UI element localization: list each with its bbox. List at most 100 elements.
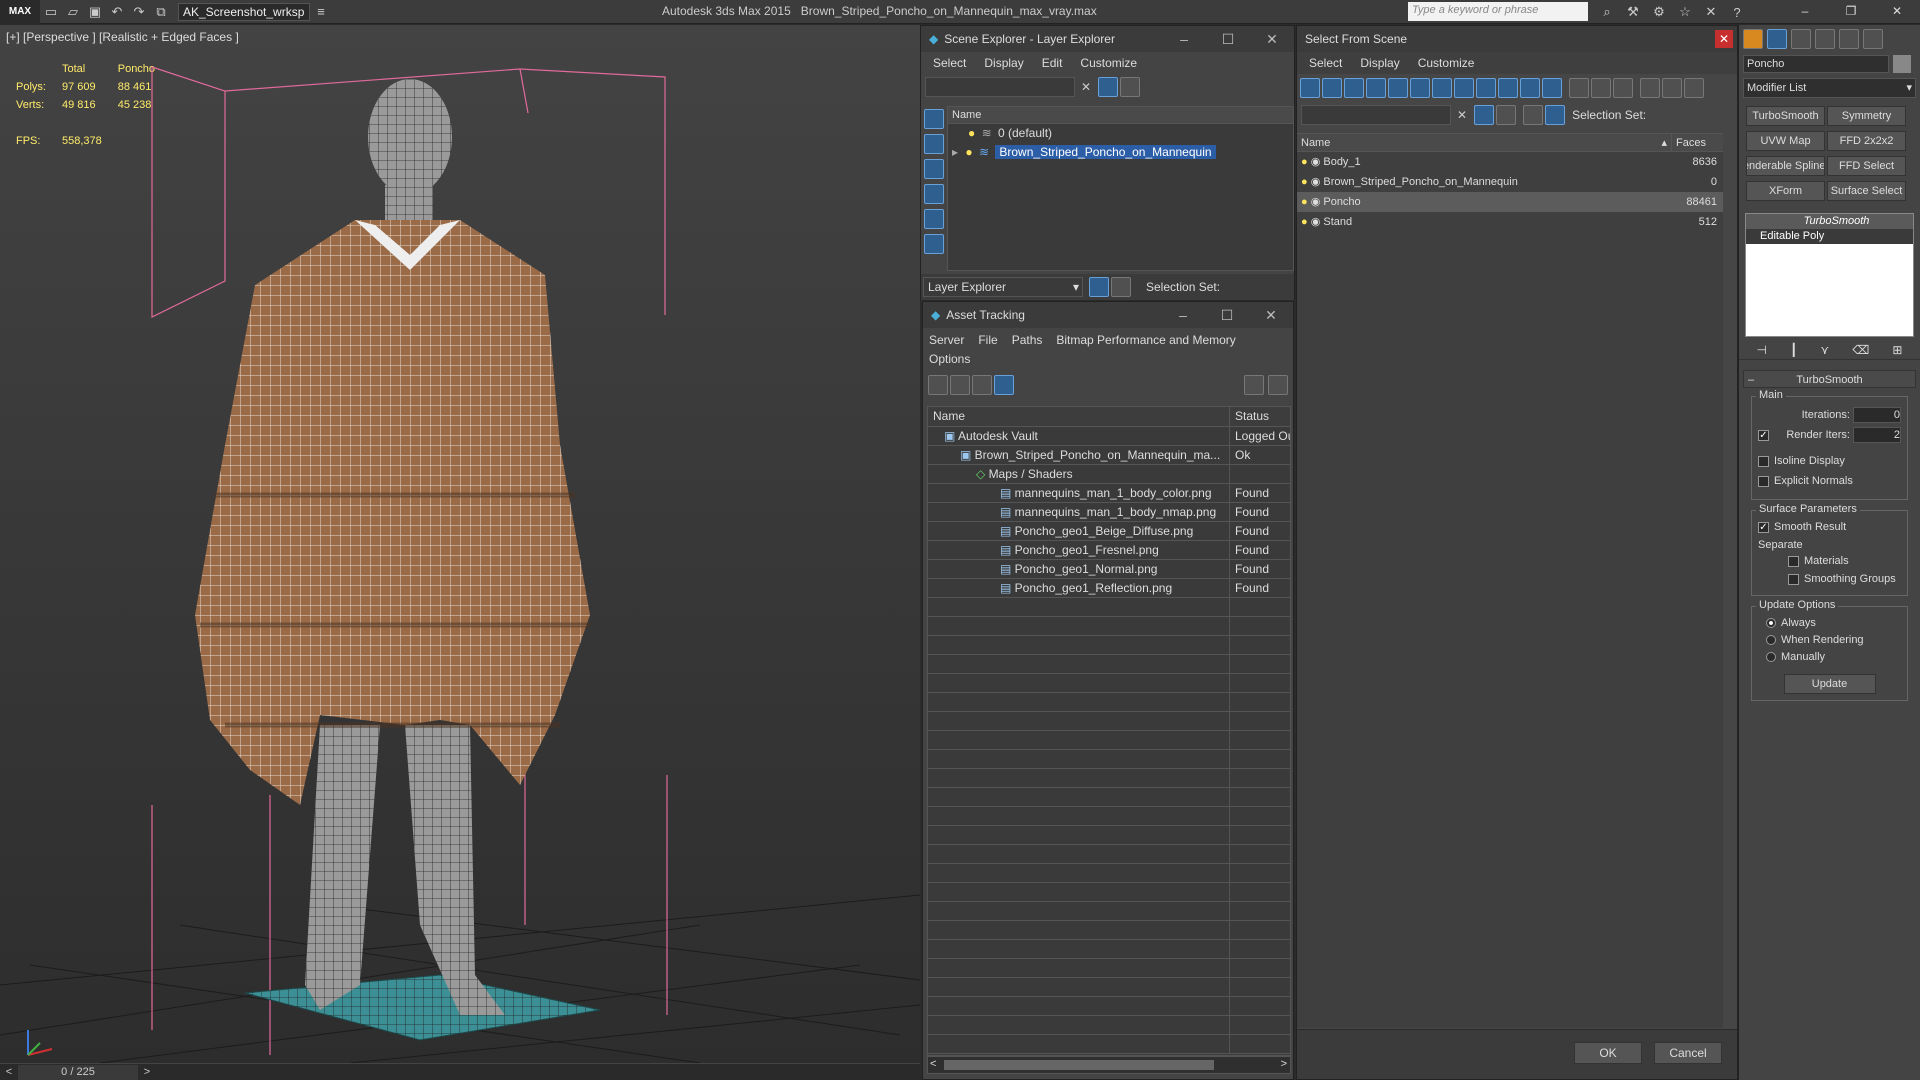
list-view-icon[interactable]	[950, 375, 970, 395]
remove-modifier-icon[interactable]: ⌫	[1852, 343, 1869, 357]
app-logo[interactable]: MAX	[0, 0, 40, 24]
turbosmooth-rollout-header[interactable]: – TurboSmooth	[1743, 370, 1916, 388]
object-row[interactable]: ● ◉ Brown_Striped_Poncho_on_Mannequin 0	[1297, 172, 1723, 192]
select-all-icon[interactable]	[1569, 78, 1589, 98]
utilities-tab-icon[interactable]	[1863, 29, 1883, 49]
clear-search-icon[interactable]: ✕	[1081, 80, 1091, 94]
display-tab-icon[interactable]	[1839, 29, 1859, 49]
materials-checkbox[interactable]	[1788, 555, 1799, 567]
redo-icon[interactable]: ↷	[128, 2, 150, 22]
maximize-icon[interactable]: ❐	[1828, 0, 1874, 22]
workspace-selector[interactable]: AK_Screenshot_wrksp	[178, 2, 310, 21]
turbosmooth-button[interactable]: TurboSmooth	[1746, 106, 1825, 126]
manually-row[interactable]: Manually	[1758, 651, 1901, 668]
display-lights-icon[interactable]	[924, 159, 944, 179]
render-iters-checkbox[interactable]: ✓	[1758, 430, 1769, 441]
materials-row[interactable]: Materials	[1758, 555, 1901, 573]
lightbulb-icon[interactable]: ●	[965, 145, 972, 159]
cancel-button[interactable]: Cancel	[1654, 1042, 1722, 1064]
filter-funnel-icon[interactable]	[1640, 78, 1660, 98]
select-none-icon[interactable]	[1591, 78, 1611, 98]
menu-paths[interactable]: Paths	[1012, 331, 1043, 350]
horizontal-scrollbar[interactable]: < >	[927, 1056, 1291, 1074]
help-icon[interactable]	[1244, 375, 1264, 395]
select-search-input[interactable]	[1301, 105, 1451, 125]
select-from-scene-titlebar[interactable]: Select From Scene ✕	[1297, 26, 1737, 52]
render-iters-spinner[interactable]: 2	[1853, 427, 1901, 443]
display-shapes-icon[interactable]	[1322, 78, 1342, 98]
scene-explorer-titlebar[interactable]: ◆ Scene Explorer - Layer Explorer – ☐ ✕	[921, 26, 1294, 52]
scrollbar-thumb[interactable]	[944, 1060, 1214, 1070]
asset-row[interactable]: ▤ Poncho_geo1_Reflection.png Found	[928, 579, 1290, 598]
maximize-icon[interactable]: ☐	[1205, 302, 1249, 328]
poncho-model[interactable]	[195, 220, 590, 805]
display-cameras-icon[interactable]	[1366, 78, 1386, 98]
menu-select[interactable]: Select	[933, 56, 966, 70]
lightbulb-icon[interactable]: ●	[968, 126, 975, 140]
display-frozen-icon[interactable]	[1520, 78, 1540, 98]
layer-mode-icon[interactable]	[1089, 277, 1109, 297]
tools-icon[interactable]: ⚒	[1622, 2, 1644, 22]
scroll-right-icon[interactable]: >	[1281, 1058, 1287, 1070]
column-header-name[interactable]: Name ▴	[1297, 134, 1672, 151]
minimize-icon[interactable]: –	[1782, 0, 1828, 22]
display-groups-icon[interactable]	[1432, 78, 1452, 98]
help-whats-this-icon[interactable]	[1268, 375, 1288, 395]
display-cameras-icon[interactable]	[924, 184, 944, 204]
display-helpers-icon[interactable]	[1388, 78, 1408, 98]
lightbulb-icon[interactable]: ●	[1301, 216, 1311, 228]
lightbulb-icon[interactable]: ●	[1301, 176, 1311, 188]
hierarchy-tab-icon[interactable]	[1791, 29, 1811, 49]
asset-row[interactable]: ◇ Maps / Shaders	[928, 465, 1290, 484]
subscription-icon[interactable]: ⚙	[1648, 2, 1670, 22]
display-shapes-icon[interactable]	[924, 134, 944, 154]
layer-row[interactable]: ● ≋ 0 (default)	[948, 124, 1293, 143]
stack-item-editable-poly[interactable]: Editable Poly	[1746, 229, 1913, 244]
surface-select-button[interactable]: Surface Select	[1827, 181, 1906, 201]
display-geometry-icon[interactable]	[1300, 78, 1320, 98]
display-bones-icon[interactable]	[1476, 78, 1496, 98]
layers-icon[interactable]	[1120, 77, 1141, 97]
layer-row[interactable]: ▸ ● ≋ Brown_Striped_Poncho_on_Mannequin	[948, 143, 1293, 162]
update-button[interactable]: Update	[1783, 674, 1876, 694]
asset-row[interactable]: ▣ Autodesk Vault Logged Out	[928, 427, 1290, 446]
new-file-icon[interactable]: ▭	[40, 2, 62, 22]
create-tab-icon[interactable]	[1743, 29, 1763, 49]
xform-button[interactable]: XForm	[1746, 181, 1825, 201]
column-header-status[interactable]: Status	[1230, 407, 1290, 426]
ffd-2x2x2-button[interactable]: FFD 2x2x2	[1827, 131, 1906, 151]
explorer-type-dropdown[interactable]: Layer Explorer ▾	[923, 277, 1083, 297]
asset-row[interactable]: ▤ mannequins_man_1_body_nmap.png Found	[928, 503, 1290, 522]
close-icon[interactable]: ✕	[1874, 0, 1920, 22]
iterations-spinner[interactable]: 0	[1853, 407, 1901, 423]
table-view-icon[interactable]	[994, 375, 1014, 395]
object-row[interactable]: ● ◉ Stand 512	[1297, 212, 1723, 232]
perspective-viewport[interactable]: [+] [Perspective ] [Realistic + Edged Fa…	[0, 25, 920, 1063]
select-invert-icon[interactable]	[1613, 78, 1633, 98]
search-input[interactable]: Type a keyword or phrase	[1408, 2, 1588, 21]
smoothing-groups-checkbox[interactable]	[1788, 573, 1799, 585]
column-header-name[interactable]: Name	[948, 107, 1293, 124]
maximize-icon[interactable]: ☐	[1206, 26, 1250, 52]
next-frame-icon[interactable]: >	[138, 1066, 156, 1078]
undo-icon[interactable]: ↶	[106, 2, 128, 22]
filter-icon[interactable]	[1098, 77, 1119, 97]
column-header-faces[interactable]: Faces	[1672, 134, 1723, 151]
prev-frame-icon[interactable]: <	[0, 1066, 18, 1078]
time-slider[interactable]: < 0 / 225 >	[0, 1063, 920, 1080]
display-geometry-icon[interactable]	[924, 109, 944, 129]
always-row[interactable]: Always	[1758, 617, 1901, 634]
smoothing-groups-row[interactable]: Smoothing Groups	[1758, 573, 1901, 591]
help-icon[interactable]: ?	[1726, 2, 1748, 22]
options-icon[interactable]	[1684, 78, 1704, 98]
symmetry-button[interactable]: Symmetry	[1827, 106, 1906, 126]
refresh-icon[interactable]	[928, 375, 948, 395]
modify-tab-icon[interactable]	[1767, 29, 1787, 49]
modifier-list-dropdown[interactable]: Modifier List ▾	[1743, 78, 1916, 98]
menu-options[interactable]: Options	[929, 350, 970, 369]
when-rendering-row[interactable]: When Rendering	[1758, 634, 1901, 651]
menu-display[interactable]: Display	[984, 56, 1023, 70]
configure-modifier-sets-icon[interactable]: ⊞	[1892, 343, 1902, 357]
display-spacewarps-icon[interactable]	[1410, 78, 1430, 98]
smooth-result-checkbox[interactable]: ✓	[1758, 521, 1769, 533]
